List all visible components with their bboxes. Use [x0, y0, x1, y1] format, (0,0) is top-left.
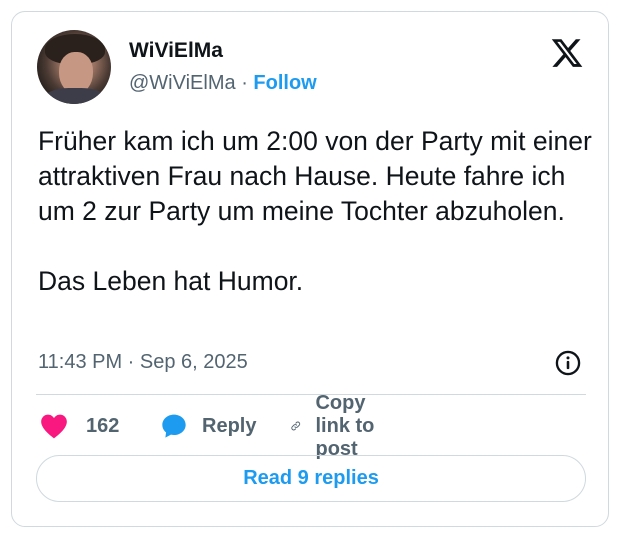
- divider: [36, 394, 586, 395]
- read-replies-button[interactable]: Read 9 replies: [36, 455, 586, 502]
- heart-icon: [41, 414, 67, 439]
- x-logo-icon[interactable]: [550, 36, 584, 70]
- avatar[interactable]: [37, 30, 111, 104]
- post-text: Früher kam ich um 2:00 von der Party mit…: [38, 124, 598, 299]
- follow-button[interactable]: Follow: [253, 72, 316, 94]
- speech-bubble-icon: [162, 414, 186, 438]
- author-display-name[interactable]: WiViElMa: [129, 39, 223, 63]
- author-handle[interactable]: @WiViElMa: [129, 72, 236, 94]
- info-icon[interactable]: [554, 349, 582, 377]
- like-button[interactable]: 162: [40, 408, 119, 444]
- embedded-post-card: WiViElMa @WiViElMa · Follow Früher kam i…: [11, 11, 609, 527]
- handle-separator: ·: [241, 72, 248, 94]
- post-timestamp[interactable]: 11:43 PM · Sep 6, 2025: [38, 351, 248, 374]
- post-paragraph: Das Leben hat Humor.: [38, 266, 304, 296]
- avatar-shirt: [43, 88, 107, 104]
- link-icon: [291, 421, 301, 431]
- post-paragraph: Früher kam ich um 2:00 von der Party mit…: [38, 126, 592, 226]
- reply-label: Reply: [202, 414, 257, 437]
- author-handle-row: @WiViElMa · Follow: [129, 72, 317, 95]
- like-count: 162: [86, 414, 120, 437]
- reply-button[interactable]: Reply: [160, 408, 256, 444]
- copy-link-label: Copy link to post: [315, 391, 375, 460]
- copy-link-button[interactable]: Copy link to post: [290, 392, 382, 460]
